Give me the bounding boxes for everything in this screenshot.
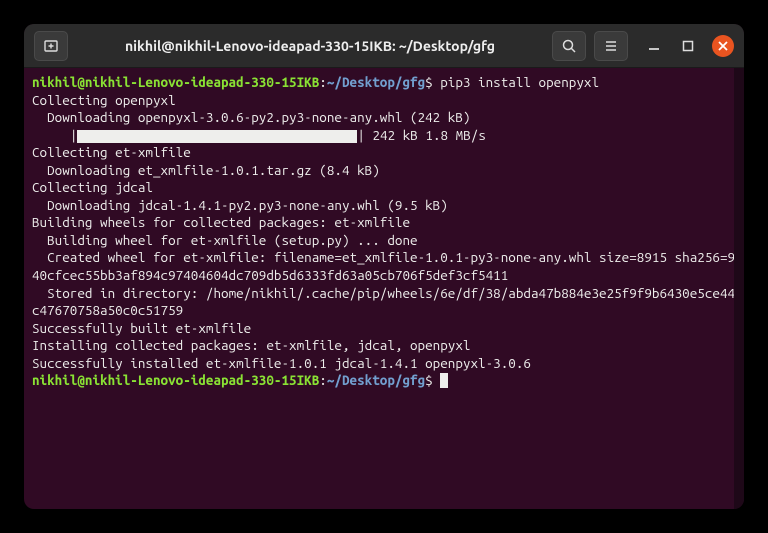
maximize-icon [682, 40, 694, 52]
new-tab-button[interactable] [34, 31, 68, 61]
prompt-colon: : [319, 74, 327, 90]
minimize-icon [648, 40, 660, 52]
output-line: Installing collected packages: et-xmlfil… [32, 337, 736, 355]
output-line: Stored in directory: /home/nikhil/.cache… [32, 285, 736, 320]
close-button[interactable] [712, 35, 734, 57]
command-text: pip3 install openpyxl [440, 74, 599, 90]
prompt-colon: : [319, 372, 327, 388]
window-title: nikhil@nikhil-Lenovo-ideapad-330-15IKB: … [76, 38, 544, 54]
output-line: Collecting openpyxl [32, 92, 736, 110]
output-line: Successfully installed et-xmlfile-1.0.1 … [32, 355, 736, 373]
new-tab-icon [43, 38, 59, 54]
output-line: Building wheels for collected packages: … [32, 214, 736, 232]
output-line: Downloading et_xmlfile-1.0.1.tar.gz (8.4… [32, 162, 736, 180]
progress-line: | | 242 kB 1.8 MB/s [32, 127, 736, 145]
terminal-window: nikhil@nikhil-Lenovo-ideapad-330-15IKB: … [24, 24, 744, 509]
output-line: Collecting jdcal [32, 179, 736, 197]
prompt-line-1: nikhil@nikhil-Lenovo-ideapad-330-15IKB:~… [32, 74, 736, 92]
maximize-button[interactable] [678, 36, 698, 56]
prompt-path: ~/Desktop/gfg [327, 74, 425, 90]
search-icon [561, 38, 577, 54]
search-button[interactable] [552, 31, 586, 61]
output-line: Successfully built et-xmlfile [32, 320, 736, 338]
progress-prefix: | [32, 127, 77, 143]
output-line: Downloading jdcal-1.4.1-py2.py3-none-any… [32, 197, 736, 215]
prompt-dollar: $ [425, 372, 433, 388]
window-controls [636, 35, 734, 57]
minimize-button[interactable] [644, 36, 664, 56]
hamburger-icon [603, 38, 619, 54]
prompt-dollar: $ [425, 74, 433, 90]
output-line: Building wheel for et-xmlfile (setup.py)… [32, 232, 736, 250]
prompt-path: ~/Desktop/gfg [327, 372, 425, 388]
prompt-line-2: nikhil@nikhil-Lenovo-ideapad-330-15IKB:~… [32, 372, 736, 390]
progress-bar [77, 130, 357, 143]
terminal-body[interactable]: nikhil@nikhil-Lenovo-ideapad-330-15IKB:~… [24, 68, 744, 509]
cursor [440, 373, 448, 388]
output-line: Collecting et-xmlfile [32, 144, 736, 162]
prompt-user-host: nikhil@nikhil-Lenovo-ideapad-330-15IKB [32, 372, 319, 388]
progress-suffix: | 242 kB 1.8 MB/s [357, 127, 486, 143]
output-line: Created wheel for et-xmlfile: filename=e… [32, 249, 736, 284]
prompt-user-host: nikhil@nikhil-Lenovo-ideapad-330-15IKB [32, 74, 319, 90]
menu-button[interactable] [594, 31, 628, 61]
close-icon [717, 40, 729, 52]
titlebar[interactable]: nikhil@nikhil-Lenovo-ideapad-330-15IKB: … [24, 24, 744, 68]
output-line: Downloading openpyxl-3.0.6-py2.py3-none-… [32, 109, 736, 127]
